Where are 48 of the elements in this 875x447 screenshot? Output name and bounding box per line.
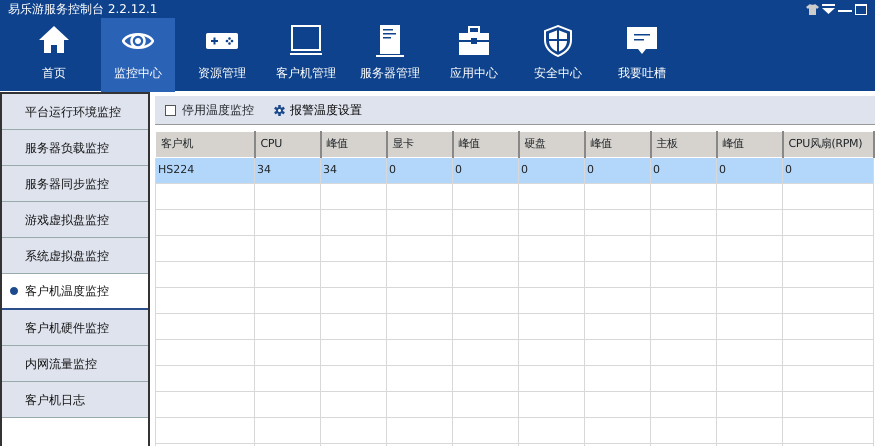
table-cell: 34 — [320, 158, 386, 184]
column-header[interactable]: CPU风扇(RPM) — [782, 132, 874, 158]
window-title: 易乐游服务控制台 2.2.12.1 — [8, 1, 158, 18]
table-cell: 34 — [254, 158, 320, 184]
table-cell: 0 — [716, 158, 782, 184]
nav-tab[interactable]: 服务器管理 — [353, 18, 427, 92]
sidebar-item[interactable]: 系统虚拟盘监控 — [2, 238, 148, 274]
nav-tab[interactable]: 资源管理 — [185, 18, 259, 92]
sidebar-item[interactable]: 内网流量监控 — [2, 346, 148, 382]
table-cell: 0 — [518, 158, 584, 184]
nav-tab[interactable]: 应用中心 — [437, 18, 511, 92]
table-cell: 0 — [650, 158, 716, 184]
column-header[interactable]: 主板 — [650, 132, 716, 158]
column-header[interactable]: 客户机 — [156, 132, 254, 158]
table-cell: 0 — [584, 158, 650, 184]
nav-tab[interactable]: 客户机管理 — [269, 18, 343, 92]
column-header[interactable]: 显卡 — [386, 132, 452, 158]
table-row[interactable]: HS224 34 34 0 0 0 0 0 0 0 — [156, 158, 874, 184]
sidebar-item[interactable]: 客户机日志 — [2, 382, 148, 418]
shirt-icon[interactable] — [806, 4, 819, 14]
gear-icon — [274, 104, 285, 116]
table-cell: 0 — [386, 158, 452, 184]
column-header[interactable]: 峰值 — [716, 132, 782, 158]
table-cell: HS224 — [156, 158, 254, 184]
alarm-settings-button[interactable]: 报警温度设置 — [274, 101, 362, 119]
sidebar-item[interactable]: 服务器负载监控 — [2, 130, 148, 166]
table-cell: 0 — [782, 158, 874, 184]
column-header[interactable]: CPU — [254, 132, 320, 158]
disable-checkbox[interactable]: 停用温度监控 — [165, 101, 254, 119]
nav-tab[interactable]: 监控中心 — [101, 18, 175, 92]
nav-tab[interactable]: 首页 — [17, 18, 91, 92]
column-header[interactable]: 硬盘 — [518, 132, 584, 158]
nav-tab[interactable]: 我要吐槽 — [605, 18, 679, 92]
column-header[interactable]: 峰值 — [320, 132, 386, 158]
maximize-icon[interactable] — [855, 4, 867, 14]
sidebar-item[interactable]: 平台运行环境监控 — [2, 94, 148, 130]
dropdown-icon[interactable] — [822, 4, 835, 14]
nav-tab[interactable]: 安全中心 — [521, 18, 595, 92]
sidebar-item[interactable]: 游戏虚拟盘监控 — [2, 202, 148, 238]
toolbox-icon — [458, 25, 490, 57]
table-cell: 0 — [452, 158, 518, 184]
sidebar-item[interactable]: 服务器同步监控 — [2, 166, 148, 202]
column-header[interactable]: 峰值 — [584, 132, 650, 158]
monitor-icon — [290, 25, 322, 57]
sidebar-item[interactable]: 客户机硬件监控 — [2, 310, 148, 346]
server-icon — [374, 25, 406, 57]
shield-icon — [542, 25, 574, 57]
column-header[interactable]: 峰值 — [452, 132, 518, 158]
